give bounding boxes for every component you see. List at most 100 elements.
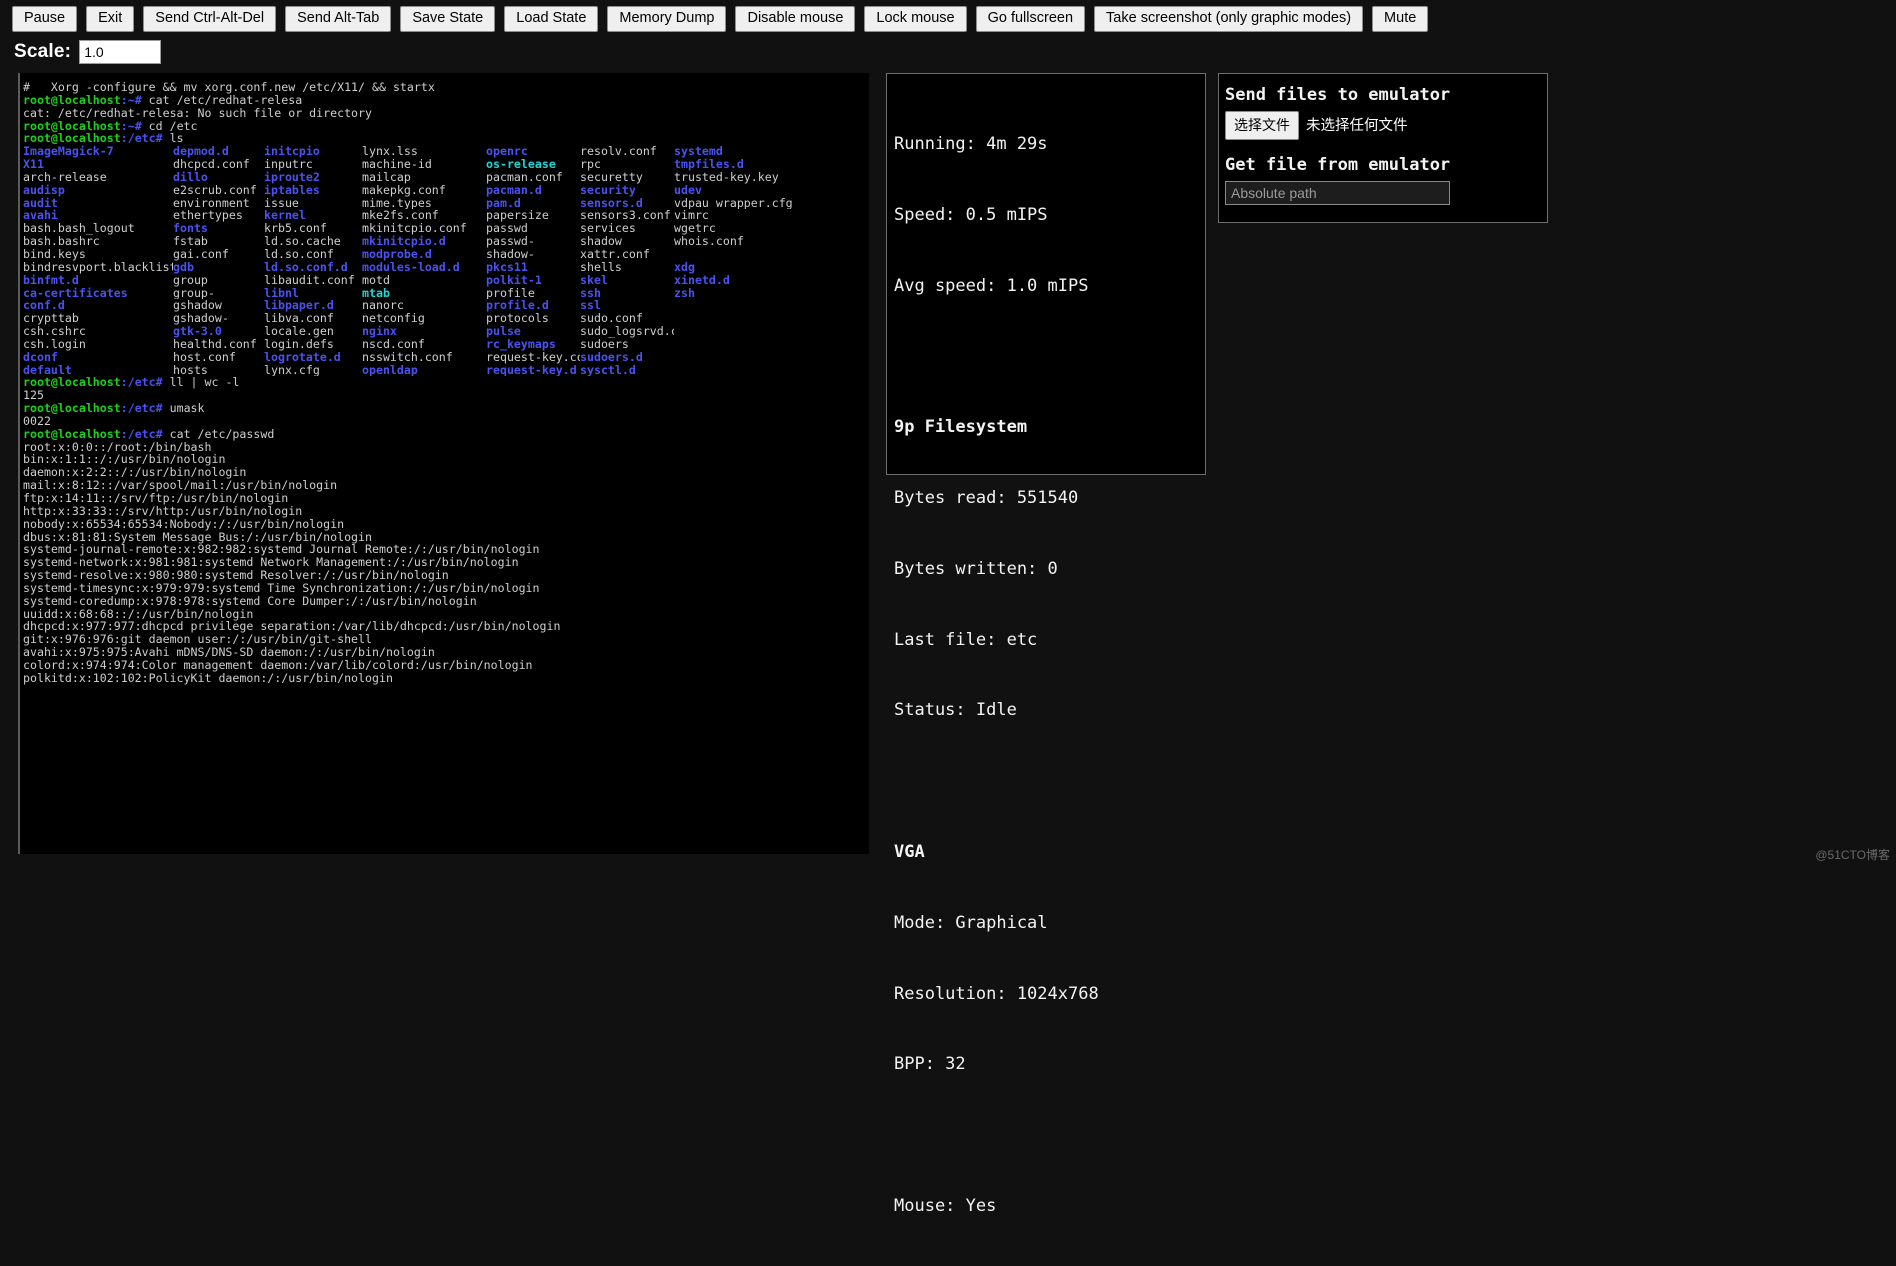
choose-file-button[interactable]: 选择文件 [1225,111,1299,140]
ls-entry: nsswitch.conf [362,351,486,364]
terminal-prompt-line: root@localhost:/etc# umask [23,402,869,415]
terminal-output: # Xorg -configure && mv xorg.conf.new /e… [20,73,869,685]
ls-entry: pacman.d [486,184,580,197]
stats-panel: Running: 4m 29s Speed: 0.5 mIPS Avg spee… [886,73,1206,475]
ls-entry: mkinitcpio.conf [362,222,486,235]
ls-entry: ld.so.cache [264,235,362,248]
ls-entry [674,351,800,364]
ls-entry: dillo [173,171,264,184]
disable-mouse-button[interactable]: Disable mouse [735,6,855,32]
ls-entry: request-key.d [486,364,580,377]
scale-label: Scale: [14,41,71,63]
scale-bar: Scale: [0,34,1896,73]
ls-entry: whois.conf [674,235,800,248]
no-file-chosen-label: 未选择任何文件 [1306,115,1408,137]
stat-status: Status: Idle [894,699,1205,723]
ls-entry: passwd [486,222,580,235]
ls-entry: group [173,274,264,287]
load-state-button[interactable]: Load State [504,6,598,32]
stat-bytes-written: Bytes written: 0 [894,558,1205,582]
ls-entry: dconf [23,351,173,364]
ls-entry: pam.d [486,197,580,210]
ls-entry: csh.cshrc [23,325,173,338]
ls-entry: X11 [23,158,173,171]
take-screenshot-button[interactable]: Take screenshot (only graphic modes) [1094,6,1363,32]
terminal-prompt-user: root@localhost [23,427,121,441]
main-area: # Xorg -configure && mv xorg.conf.new /e… [0,73,1896,854]
ls-entry: gtk-3.0 [173,325,264,338]
ls-entry: arch-release [23,171,173,184]
ls-entry [674,312,800,325]
ls-entry: nanorc [362,299,486,312]
terminal-prompt-path: :/etc# [121,375,170,389]
ls-entry: sudoers [580,338,674,351]
ls-row: audispe2scrub.confiptablesmakepkg.confpa… [23,184,869,197]
terminal-prompt-line: root@localhost:/etc# cat /etc/passwd [23,428,869,441]
ls-entry: pkcs11 [486,261,580,274]
memory-dump-button[interactable]: Memory Dump [607,6,726,32]
stat-mouse: Mouse: Yes [894,1195,1205,1219]
ls-entry: passwd- [486,235,580,248]
ls-entry: mailcap [362,171,486,184]
stat-filesystem-header: 9p Filesystem [894,416,1205,440]
mute-button[interactable]: Mute [1372,6,1428,32]
exit-button[interactable]: Exit [86,6,134,32]
ls-entry: makepkg.conf [362,184,486,197]
ls-entry: environment [173,197,264,210]
stats-spacer-1 [894,346,1205,370]
go-fullscreen-button[interactable]: Go fullscreen [976,6,1085,32]
ls-entry: initcpio [264,145,362,158]
ls-entry: ca-certificates [23,287,173,300]
ls-entry: conf.d [23,299,173,312]
ls-entry: sensors3.conf [580,209,674,222]
ls-entry: bash.bash_logout [23,222,173,235]
ls-entry: rc_keymaps [486,338,580,351]
ls-row: arch-releasedilloiproute2mailcappacman.c… [23,171,869,184]
ls-entry: kernel [264,209,362,222]
ls-entry [674,338,800,351]
get-file-title: Get file from emulator [1225,154,1547,176]
ls-entry: wgetrc [674,222,800,235]
ls-row: bash.bash_logoutfontskrb5.confmkinitcpio… [23,222,869,235]
ls-entry: ld.so.conf [264,248,362,261]
lock-mouse-button[interactable]: Lock mouse [864,6,966,32]
ls-entry: machine-id [362,158,486,171]
passwd-line: systemd-timesync:x:979:979:systemd Time … [23,582,869,595]
ls-entry: gshadow- [173,312,264,325]
ls-row: X11dhcpcd.confinputrcmachine-idos-releas… [23,158,869,171]
stat-avg-speed: Avg speed: 1.0 mIPS [894,275,1205,299]
ls-entry: protocols [486,312,580,325]
ls-entry: profile.d [486,299,580,312]
ls-entry: openrc [486,145,580,158]
ls-entry: lynx.lss [362,145,486,158]
terminal-command: ll | wc -l [170,375,240,389]
pause-button[interactable]: Pause [12,6,77,32]
watermark: @51CTO博客 [1815,846,1890,863]
ls-entry: ethertypes [173,209,264,222]
emulator-screen[interactable]: # Xorg -configure && mv xorg.conf.new /e… [18,73,869,854]
ls-entry [674,325,800,338]
ls-row: csh.cshrcgtk-3.0locale.gennginxpulsesudo… [23,325,869,338]
ls-entry: sensors.d [580,197,674,210]
ls-entry: mkinitcpio.d [362,235,486,248]
stat-last-file: Last file: etc [894,629,1205,653]
send-ctrl-alt-del-button[interactable]: Send Ctrl-Alt-Del [143,6,276,32]
ls-entry: issue [264,197,362,210]
ls-entry: gai.conf [173,248,264,261]
ls-entry: xattr.conf [580,248,674,261]
ls-entry: iptables [264,184,362,197]
scale-input[interactable] [79,40,161,64]
send-alt-tab-button[interactable]: Send Alt-Tab [285,6,391,32]
ls-entry: audit [23,197,173,210]
ls-entry: nginx [362,325,486,338]
ls-entry: resolv.conf [580,145,674,158]
passwd-line: nobody:x:65534:65534:Nobody:/:/usr/bin/n… [23,518,869,531]
ls-row: ImageMagick-7depmod.dinitcpiolynx.lssope… [23,145,869,158]
terminal-prompt-user: root@localhost [23,401,121,415]
ls-entry: skel [580,274,674,287]
terminal-prompt-user: root@localhost [23,93,121,107]
ls-entry: crypttab [23,312,173,325]
absolute-path-input[interactable] [1225,181,1450,205]
ls-entry: modules-load.d [362,261,486,274]
save-state-button[interactable]: Save State [400,6,495,32]
